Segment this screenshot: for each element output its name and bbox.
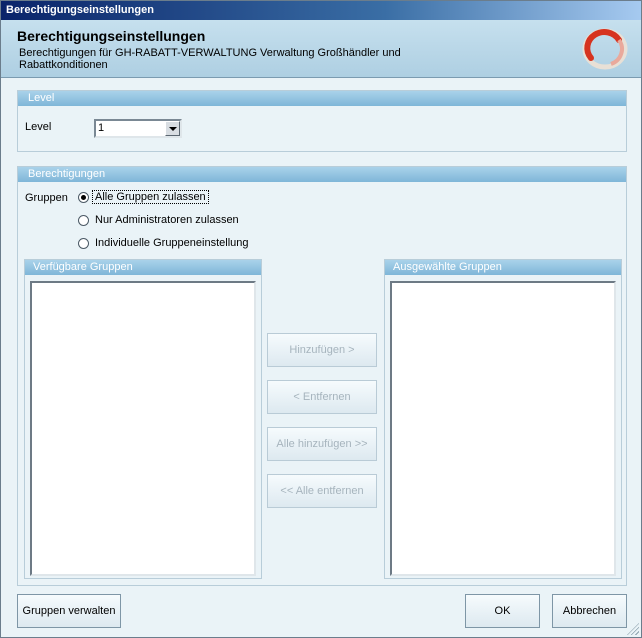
level-dropdown-value: 1 xyxy=(98,122,105,134)
radio-label-all-groups[interactable]: Alle Gruppen zulassen xyxy=(92,190,209,204)
selected-groups-list[interactable] xyxy=(390,281,616,576)
oracle-ring-logo-icon xyxy=(582,28,628,70)
add-button[interactable]: Hinzufügen > xyxy=(267,333,377,367)
level-panel: Level Level 1 xyxy=(17,90,627,152)
radio-icon[interactable] xyxy=(78,192,89,203)
selected-groups-panel: Ausgewählte Gruppen xyxy=(384,259,622,579)
groups-label: Gruppen xyxy=(25,192,68,204)
window-titlebar[interactable]: Berechtigungseinstellungen xyxy=(1,1,641,20)
radio-icon[interactable] xyxy=(78,215,89,226)
level-label: Level xyxy=(25,121,52,133)
radio-icon[interactable] xyxy=(78,238,89,249)
remove-all-button[interactable]: << Alle entfernen xyxy=(267,474,377,508)
available-groups-heading: Verfügbare Gruppen xyxy=(25,260,261,275)
level-panel-heading: Level xyxy=(18,91,626,106)
level-dropdown[interactable]: 1 xyxy=(94,119,182,138)
dialog-window: Berechtigungseinstellungen Berechtigungs… xyxy=(0,0,642,638)
permissions-panel-heading: Berechtigungen xyxy=(18,167,626,182)
permissions-panel: Berechtigungen Gruppen Alle Gruppen zula… xyxy=(17,166,627,586)
selected-groups-heading: Ausgewählte Gruppen xyxy=(385,260,621,275)
add-all-button[interactable]: Alle hinzufügen >> xyxy=(267,427,377,461)
page-title: Berechtigungseinstellungen xyxy=(17,28,206,44)
ok-button[interactable]: OK xyxy=(465,594,540,628)
remove-button[interactable]: < Entfernen xyxy=(267,380,377,414)
cancel-button[interactable]: Abbrechen xyxy=(552,594,627,628)
dialog-header: Berechtigungseinstellungen Berechtigunge… xyxy=(1,20,641,78)
radio-label-admins-only[interactable]: Nur Administratoren zulassen xyxy=(95,214,239,226)
available-groups-panel: Verfügbare Gruppen xyxy=(24,259,262,579)
manage-groups-button[interactable]: Gruppen verwalten xyxy=(17,594,121,628)
available-groups-list[interactable] xyxy=(30,281,256,576)
radio-label-individual-groups[interactable]: Individuelle Gruppeneinstellung xyxy=(95,237,249,249)
chevron-down-icon[interactable] xyxy=(165,121,180,136)
page-subtitle: Berechtigungen für GH-RABATT-VERWALTUNG … xyxy=(19,47,401,71)
resize-grip[interactable] xyxy=(627,623,639,635)
